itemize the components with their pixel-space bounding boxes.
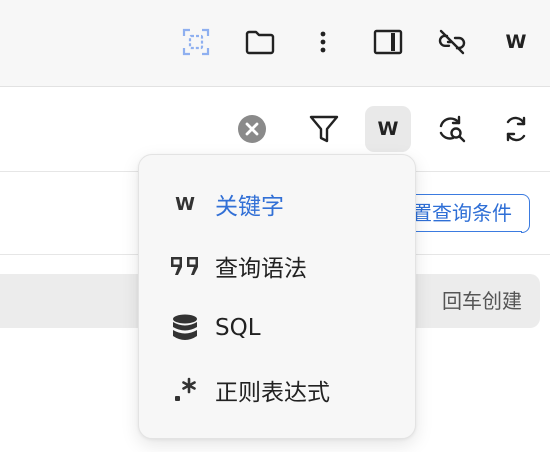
more-vertical-icon[interactable] (301, 20, 345, 64)
enter-create-hint: 回车创建 (442, 289, 522, 313)
set-query-condition-button[interactable]: 置查询条件 (405, 193, 530, 233)
menu-item-sql[interactable]: SQL (139, 300, 415, 356)
regex-icon (170, 377, 200, 403)
database-icon (170, 314, 200, 342)
w-icon: W (377, 118, 399, 140)
menu-item-label: 正则表达式 (215, 380, 330, 406)
panel-right-icon[interactable] (366, 20, 410, 64)
top-toolbar: W (0, 0, 550, 87)
menu-item-label: 关键字 (215, 194, 284, 220)
w-search-mode-button[interactable]: W (365, 106, 411, 152)
refresh-icon[interactable] (494, 107, 538, 151)
menu-item-query-syntax[interactable]: 查询语法 (139, 238, 415, 294)
folder-icon[interactable] (238, 20, 282, 64)
filter-icon[interactable] (302, 107, 346, 151)
w-label: W (505, 31, 527, 53)
menu-item-label: 查询语法 (215, 256, 307, 282)
search-refresh-icon[interactable] (430, 107, 474, 151)
clear-icon[interactable] (230, 107, 274, 151)
w-icon[interactable]: W (494, 20, 538, 64)
menu-item-regex[interactable]: 正则表达式 (139, 362, 415, 418)
w-icon: W (175, 193, 195, 215)
quote-icon (170, 256, 200, 276)
menu-item-label: SQL (215, 315, 261, 341)
selection-icon[interactable] (174, 20, 218, 64)
unlink-icon[interactable] (430, 20, 474, 64)
menu-item-keyword[interactable]: W 关键字 (139, 176, 415, 232)
search-mode-dropdown: W 关键字 查询语法 SQL 正则表达式 (138, 154, 416, 439)
